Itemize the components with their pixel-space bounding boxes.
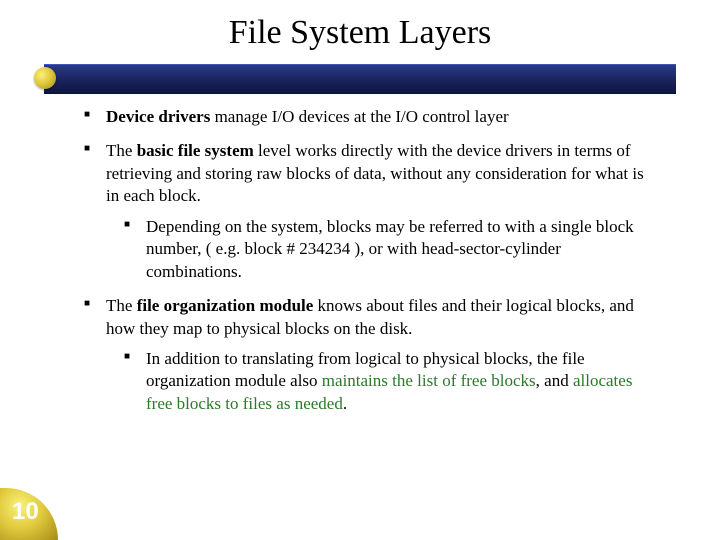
bullet-3-sub-1: In addition to translating from logical …: [124, 348, 660, 415]
slide: File System Layers Device drivers manage…: [0, 0, 720, 540]
bullet-3-strong: file organization module: [137, 296, 314, 315]
bullet-item-2: The basic file system level works direct…: [84, 140, 660, 283]
bullet-2-sub-1: Depending on the system, blocks may be r…: [124, 216, 660, 283]
bullet-3-sub-1-post: .: [343, 394, 347, 413]
accent-bar: [44, 64, 676, 92]
bullet-3-sublist: In addition to translating from logical …: [106, 348, 660, 415]
bullet-3-sub-1-mid: , and: [536, 371, 573, 390]
bullet-2-pre: The: [106, 141, 137, 160]
bullet-1-strong: Device drivers: [106, 107, 210, 126]
slide-content: Device drivers manage I/O devices at the…: [0, 106, 720, 415]
bullet-item-3: The file organization module knows about…: [84, 295, 660, 415]
slide-title: File System Layers: [0, 0, 720, 58]
bullet-3-pre: The: [106, 296, 137, 315]
bullet-list: Device drivers manage I/O devices at the…: [84, 106, 660, 415]
bullet-2-sublist: Depending on the system, blocks may be r…: [106, 216, 660, 283]
bullet-2-strong: basic file system: [137, 141, 254, 160]
accent-dot-icon: [34, 67, 56, 89]
accent-gradient: [44, 64, 676, 94]
bullet-1-text: manage I/O devices at the I/O control la…: [210, 107, 508, 126]
page-number: 10: [12, 498, 39, 526]
bullet-item-1: Device drivers manage I/O devices at the…: [84, 106, 660, 128]
bullet-3-sub-1-hl1: maintains the list of free blocks: [322, 371, 536, 390]
